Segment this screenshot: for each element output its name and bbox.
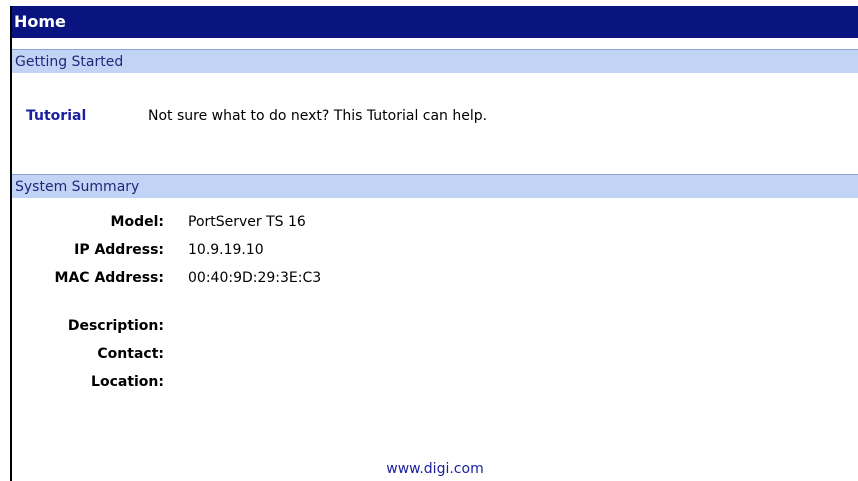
- model-value: PortServer TS 16: [188, 214, 306, 230]
- summary-row-contact: Contact:: [12, 340, 321, 368]
- tutorial-link[interactable]: Tutorial: [26, 108, 148, 124]
- page-frame: Home Getting Started Tutorial Not sure wh…: [10, 6, 858, 481]
- digi-website-link[interactable]: www.digi.com: [386, 461, 483, 477]
- location-label: Location:: [91, 374, 164, 390]
- contact-label: Contact:: [97, 346, 164, 362]
- description-label: Description:: [67, 318, 164, 334]
- ip-address-value: 10.9.19.10: [188, 242, 264, 258]
- summary-row-description: Description:: [12, 312, 321, 340]
- summary-row-model: Model: PortServer TS 16: [12, 208, 321, 236]
- description-value: [188, 312, 321, 340]
- section-header-system-summary: System Summary: [12, 174, 858, 198]
- page-title: Home: [12, 6, 858, 38]
- summary-row-location: Location:: [12, 368, 321, 396]
- summary-row-ip: IP Address: 10.9.19.10: [12, 236, 321, 264]
- section-header-getting-started: Getting Started: [12, 49, 858, 73]
- summary-row-mac: MAC Address: 00:40:9D:29:3E:C3: [12, 264, 322, 292]
- footer: www.digi.com: [12, 461, 858, 477]
- model-label: Model:: [110, 214, 164, 230]
- mac-address-value: 00:40:9D:29:3E:C3: [188, 270, 322, 286]
- location-value: [188, 368, 321, 396]
- mac-address-label: MAC Address:: [54, 270, 164, 286]
- ip-address-label: IP Address:: [74, 242, 164, 258]
- tutorial-row: Tutorial Not sure what to do next? This T…: [26, 108, 487, 124]
- contact-value: [188, 340, 321, 368]
- summary-spacer: [12, 292, 321, 312]
- tutorial-description: Not sure what to do next? This Tutorial …: [148, 108, 488, 124]
- system-summary-table: Model: PortServer TS 16 IP Address: 10.9…: [12, 208, 322, 396]
